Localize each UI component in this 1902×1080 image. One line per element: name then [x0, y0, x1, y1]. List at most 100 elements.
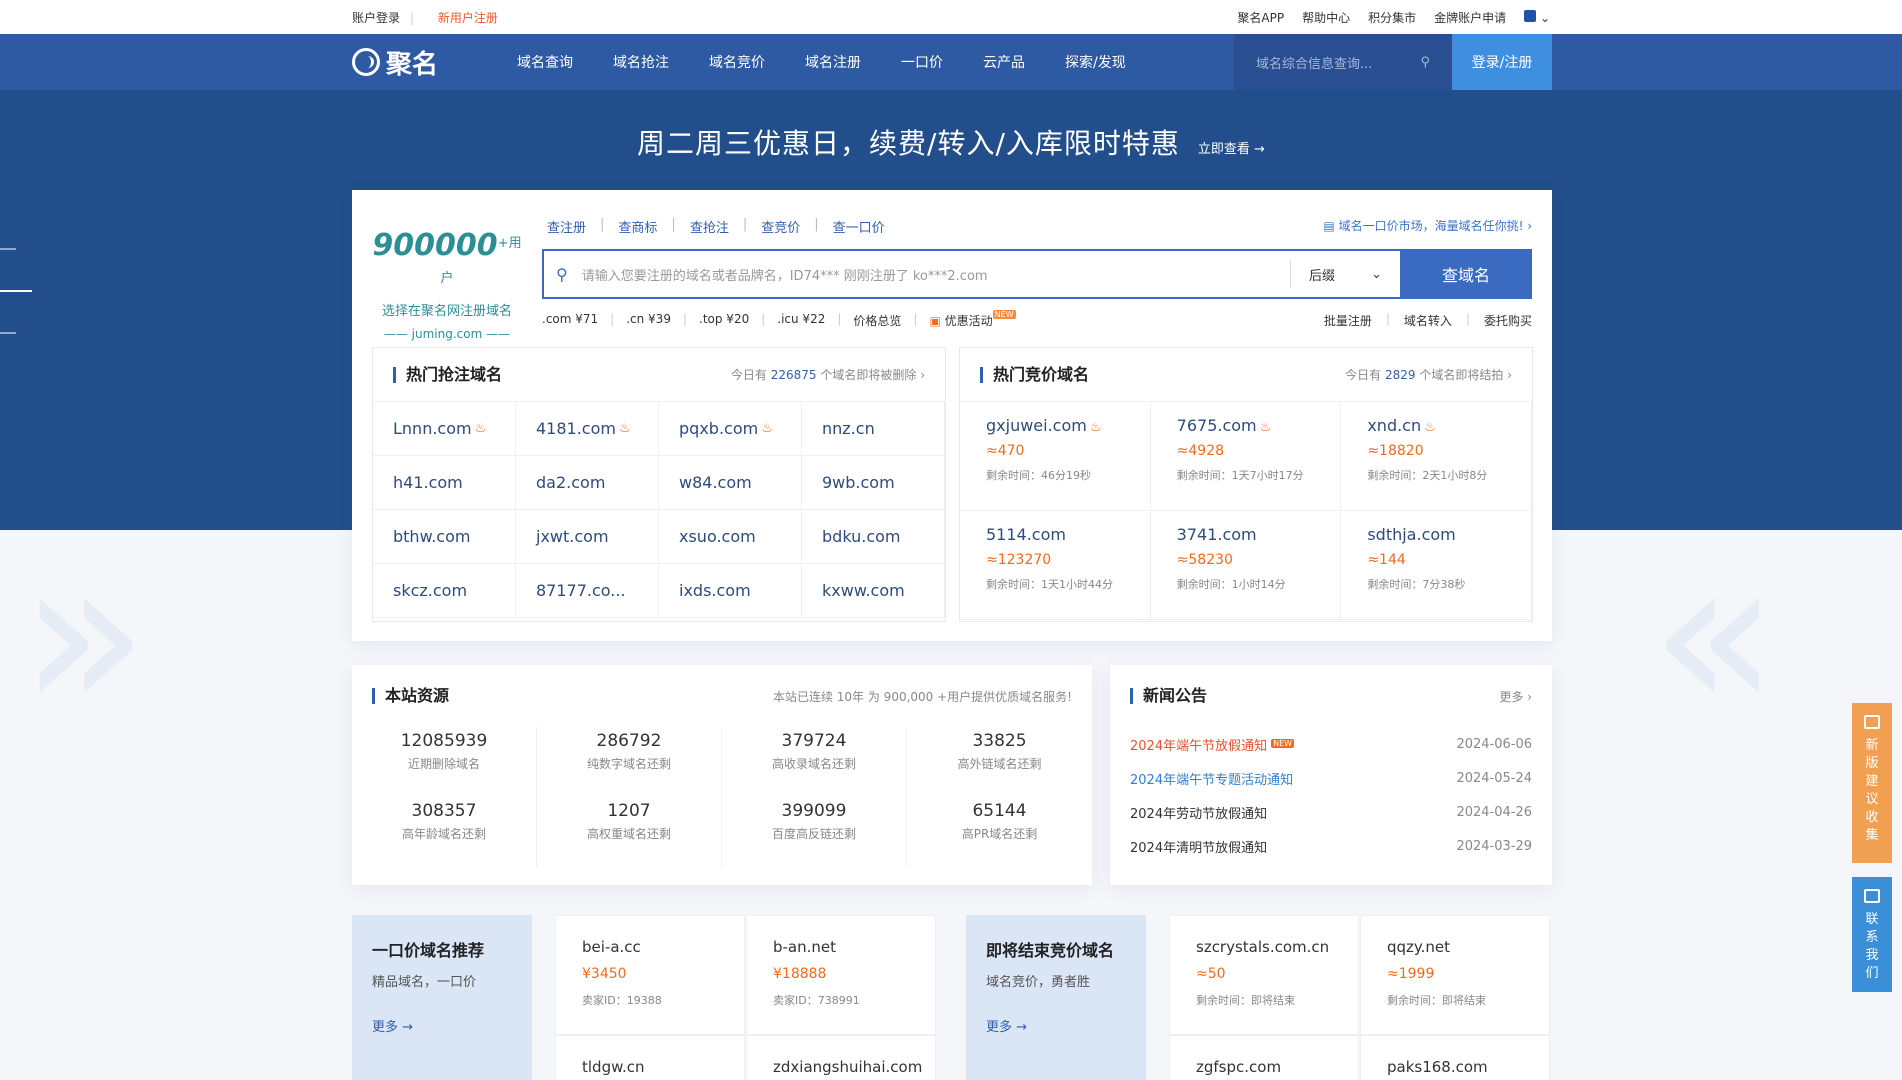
ending-domain-card[interactable]: qqzy.net ≈1999 剩余时间：即将结束: [1360, 915, 1550, 1035]
domain-cell[interactable]: w84.com: [659, 456, 802, 510]
contact-button[interactable]: 联系我们: [1852, 877, 1892, 992]
stat-item[interactable]: 1207 高权重域名还剩: [537, 797, 722, 867]
chevron-decoration-icon: «: [1650, 512, 1779, 757]
news-item[interactable]: 2024年清明节放假通知 2024-03-29: [1110, 829, 1552, 863]
domain-cell[interactable]: Lnnn.com ♨: [373, 402, 516, 456]
fire-icon: ♨: [1259, 420, 1272, 435]
domain-cell[interactable]: pqxb.com ♨: [659, 402, 802, 456]
ending-more-link[interactable]: 更多 →: [986, 1016, 1126, 1035]
ending-domain-card[interactable]: szcrystals.com.cn ≈50 剩余时间：即将结束: [1169, 915, 1359, 1035]
auction-item[interactable]: 3741.com ≈58230 剩余时间：1小时14分: [1150, 511, 1342, 620]
doc-icon: ▤: [1323, 219, 1339, 233]
domain-cell[interactable]: xsuo.com: [659, 510, 802, 564]
auction-item[interactable]: xnd.cn ♨ ≈18820 剩余时间：2天1小时8分: [1341, 402, 1532, 511]
domain-cell[interactable]: 4181.com ♨: [516, 402, 659, 456]
fire-icon: ♨: [618, 421, 631, 436]
indicator[interactable]: [0, 332, 16, 334]
stat-item[interactable]: 65144 高PR域名还剩: [907, 797, 1092, 867]
price-top[interactable]: .top ¥20: [699, 312, 749, 329]
broker-buy-link[interactable]: 委托购买: [1484, 312, 1532, 329]
domain-cell[interactable]: 9wb.com: [802, 456, 945, 510]
points-link[interactable]: 积分集市: [1368, 9, 1416, 26]
ending-auction-label: 即将结束竞价域名 域名竞价，勇者胜 更多 →: [966, 915, 1146, 1080]
fixed-domain-card[interactable]: bei-a.cc ¥3450 卖家ID：19388: [555, 915, 745, 1035]
stat-item[interactable]: 399099 百度高反链还剩: [722, 797, 907, 867]
ending-domain-card[interactable]: paks168.com: [1360, 1035, 1550, 1080]
price-cn[interactable]: .cn ¥39: [626, 312, 671, 329]
transfer-in-link[interactable]: 域名转入: [1404, 312, 1452, 329]
domain-search-input[interactable]: 请输入您要注册的域名或者品牌名，ID74*** 刚刚注册了 ko***2.com: [568, 265, 1290, 284]
nav-domain-auction[interactable]: 域名竞价: [689, 52, 785, 72]
auction-item[interactable]: sdthja.com ≈144 剩余时间：7分38秒: [1341, 511, 1532, 620]
promotions-link[interactable]: ▣ 优惠活动 NEW: [929, 310, 1016, 329]
gold-account-link[interactable]: 金牌账户申请: [1434, 9, 1506, 26]
domain-cell[interactable]: bthw.com: [373, 510, 516, 564]
fixed-domain-card[interactable]: tldgw.cn: [555, 1035, 745, 1080]
stat-item[interactable]: 379724 高收录域名还剩: [722, 727, 907, 797]
auction-count[interactable]: 今日有 2829 个域名即将结拍 ›: [1345, 366, 1512, 383]
domain-cell[interactable]: 87177.co...: [516, 564, 659, 618]
indicator[interactable]: [0, 248, 16, 250]
domain-cell[interactable]: nnz.cn: [802, 402, 945, 456]
panel-title: 热门抢注域名: [393, 366, 502, 383]
search-icon[interactable]: ⚲: [1420, 55, 1430, 70]
promo-link[interactable]: ▤ 域名一口价市场，海量域名任你挑! ›: [1323, 217, 1532, 234]
banner-title[interactable]: 周二周三优惠日，续费/转入/入库限时特惠 立即查看 →: [0, 122, 1902, 162]
fixed-domain-card[interactable]: b-an.net ¥18888 卖家ID：738991: [746, 915, 936, 1035]
news-more-link[interactable]: 更多 ›: [1499, 688, 1532, 705]
nav-explore[interactable]: 探索/发现: [1045, 52, 1146, 72]
domain-cell[interactable]: skcz.com: [373, 564, 516, 618]
register-link[interactable]: 新用户注册: [438, 11, 498, 25]
fixed-more-link[interactable]: 更多 →: [372, 1016, 512, 1035]
price-overview[interactable]: 价格总览: [853, 312, 901, 329]
section-title: 本站资源: [372, 688, 449, 704]
auction-grid: gxjuwei.com ♨ ≈470 剩余时间：46分19秒 7675.com ♨ ≈49…: [960, 402, 1532, 620]
tab-auction[interactable]: 查竞价: [761, 217, 800, 236]
auction-item[interactable]: gxjuwei.com ♨ ≈470 剩余时间：46分19秒: [960, 402, 1151, 511]
nav-domain-register[interactable]: 域名注册: [785, 52, 881, 72]
tab-snipe[interactable]: 查抢注: [690, 217, 729, 236]
stat-item[interactable]: 308357 高年龄域名还剩: [352, 797, 537, 867]
app-link[interactable]: 聚名APP: [1237, 9, 1284, 26]
domain-cell[interactable]: ixds.com: [659, 564, 802, 618]
tab-fixed-price[interactable]: 查一口价: [833, 217, 885, 236]
nav-fixed-price[interactable]: 一口价: [881, 52, 963, 72]
auction-item[interactable]: 7675.com ♨ ≈4928 剩余时间：1天7小时17分: [1150, 402, 1342, 511]
feedback-button[interactable]: 新版建议收集: [1852, 703, 1892, 863]
nav-cloud[interactable]: 云产品: [963, 52, 1045, 72]
price-icu[interactable]: .icu ¥22: [777, 312, 825, 329]
language-selector[interactable]: ⌄: [1524, 9, 1550, 25]
domain-cell[interactable]: h41.com: [373, 456, 516, 510]
indicator-active[interactable]: [0, 290, 32, 292]
snipe-count[interactable]: 今日有 226875 个域名即将被删除 ›: [731, 366, 925, 383]
fixed-domain-card[interactable]: zdxiangshuihai.com: [746, 1035, 936, 1080]
news-item[interactable]: 2024年端午节放假通知 NEW 2024-06-06: [1110, 727, 1552, 761]
pencil-icon: [1864, 715, 1880, 729]
tab-trademark[interactable]: 查商标: [618, 217, 657, 236]
domain-cell[interactable]: kxww.com: [802, 564, 945, 618]
price-com[interactable]: .com ¥71: [542, 312, 598, 329]
tab-register[interactable]: 查注册: [547, 217, 586, 236]
nav-domain-query[interactable]: 域名查询: [497, 52, 593, 72]
nav-domain-snipe[interactable]: 域名抢注: [593, 52, 689, 72]
nav-search-input[interactable]: 域名综合信息查询... ⚲: [1234, 34, 1452, 90]
stat-item[interactable]: 33825 高外链域名还剩: [907, 727, 1092, 797]
banner-more-link[interactable]: 立即查看 →: [1198, 142, 1265, 157]
stat-item[interactable]: 12085939 近期删除域名: [352, 727, 537, 797]
hot-auction-panel: 热门竞价域名 今日有 2829 个域名即将结拍 › gxjuwei.com ♨ ≈4…: [959, 347, 1533, 622]
help-link[interactable]: 帮助中心: [1302, 9, 1350, 26]
stat-item[interactable]: 286792 纯数字域名还剩: [537, 727, 722, 797]
news-item[interactable]: 2024年端午节专题活动通知 2024-05-24: [1110, 761, 1552, 795]
news-item[interactable]: 2024年劳动节放假通知 2024-04-26: [1110, 795, 1552, 829]
ending-domain-card[interactable]: zgfspc.com: [1169, 1035, 1359, 1080]
login-link[interactable]: 账户登录: [352, 11, 400, 25]
auction-item[interactable]: 5114.com ≈123270 剩余时间：1天1小时44分: [960, 511, 1151, 620]
domain-cell[interactable]: bdku.com: [802, 510, 945, 564]
domain-cell[interactable]: jxwt.com: [516, 510, 659, 564]
login-register-button[interactable]: 登录/注册: [1452, 34, 1552, 90]
bulk-register-link[interactable]: 批量注册: [1324, 312, 1372, 329]
search-domain-button[interactable]: 查域名: [1400, 249, 1532, 299]
domain-cell[interactable]: da2.com: [516, 456, 659, 510]
logo[interactable]: 聚名: [352, 44, 497, 81]
suffix-dropdown[interactable]: 后缀 ⌄: [1290, 260, 1400, 288]
